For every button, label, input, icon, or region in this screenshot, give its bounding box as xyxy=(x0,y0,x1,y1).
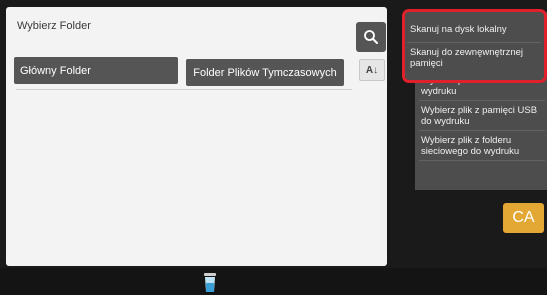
clear-all-button[interactable]: CA xyxy=(503,203,544,233)
highlight-box: Skanuj na dysk lokalny Skanuj do zewnęwn… xyxy=(402,9,547,83)
menu-divider xyxy=(419,100,545,101)
menu-item-network[interactable]: Wybierz plik z folderu sieciowego do wyd… xyxy=(421,135,543,157)
search-icon xyxy=(364,30,378,44)
menu-divider xyxy=(407,42,541,43)
menu-item-scan-local[interactable]: Skanuj na dysk lokalny xyxy=(410,24,532,35)
folder-button-main[interactable]: Główny Folder xyxy=(14,57,178,84)
menu-item-usb[interactable]: Wybierz plik z pamięci USB do wydruku xyxy=(421,105,543,127)
divider xyxy=(16,89,352,90)
menu-item-scan-external[interactable]: Skanuj do zewnęwnętrznej pamięci xyxy=(410,47,532,69)
sort-icon: A↓ xyxy=(365,64,379,76)
menu-divider xyxy=(419,130,545,131)
screen: Wybierz Folder Główny Folder Folder Plik… xyxy=(0,0,547,295)
sort-button[interactable]: A↓ xyxy=(359,59,385,81)
folder-panel: Wybierz Folder Główny Folder Folder Plik… xyxy=(6,7,387,266)
search-button[interactable] xyxy=(356,22,386,52)
bottom-bar xyxy=(0,268,547,295)
panel-title: Wybierz Folder xyxy=(17,20,91,32)
folder-button-temp[interactable]: Folder Plików Tymczasowych xyxy=(186,59,344,86)
menu-divider xyxy=(419,160,545,161)
trash-icon[interactable] xyxy=(203,273,217,293)
